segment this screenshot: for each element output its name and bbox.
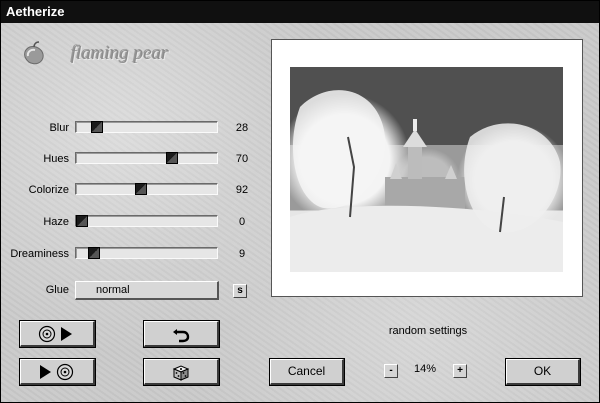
colorize-value: 92 xyxy=(235,184,249,196)
glue-s-button[interactable]: s xyxy=(233,284,247,298)
preview-image xyxy=(290,67,563,272)
logo-text: flaming pear xyxy=(71,43,169,64)
haze-value: 0 xyxy=(238,216,246,228)
pear-icon xyxy=(24,41,44,65)
colorize-label: Colorize xyxy=(28,184,69,196)
random-settings-button[interactable] xyxy=(144,359,219,385)
dreaminess-label: Dreaminess xyxy=(10,248,69,260)
window-title: Aetherize xyxy=(1,1,599,23)
glue-label: Glue xyxy=(45,284,69,296)
haze-label: Haze xyxy=(43,216,69,228)
preview-panel[interactable] xyxy=(271,39,583,297)
blur-slider[interactable] xyxy=(75,121,218,133)
undo-arrow-icon xyxy=(173,328,190,342)
load-settings-button[interactable] xyxy=(20,321,95,347)
glue-select[interactable]: normal xyxy=(75,281,219,300)
preview-scene xyxy=(290,90,563,272)
aetherize-window: Aetherize flaming pear Blur 28 Hues 70 C… xyxy=(0,0,600,403)
hues-label: Hues xyxy=(43,153,69,165)
play-disc-icon xyxy=(40,363,74,380)
dialog-body: flaming pear Blur 28 Hues 70 Colorize 92… xyxy=(1,23,599,402)
dreaminess-value: 9 xyxy=(238,248,246,260)
blur-slider-thumb[interactable] xyxy=(91,121,103,133)
dreaminess-slider-thumb[interactable] xyxy=(88,247,100,259)
blur-label: Blur xyxy=(49,122,69,134)
hues-slider[interactable] xyxy=(75,152,218,164)
blur-value: 28 xyxy=(235,122,249,134)
undo-button[interactable] xyxy=(144,321,219,347)
colorize-slider[interactable] xyxy=(75,183,218,195)
save-settings-button[interactable] xyxy=(20,359,95,385)
hues-slider-thumb[interactable] xyxy=(166,152,178,164)
zoom-in-button[interactable]: + xyxy=(453,364,467,378)
disc-play-icon xyxy=(38,325,72,342)
colorize-slider-thumb[interactable] xyxy=(135,183,147,195)
dreaminess-slider[interactable] xyxy=(75,247,218,259)
hues-value: 70 xyxy=(235,153,249,165)
random-settings-caption: random settings xyxy=(388,325,468,337)
haze-slider-thumb[interactable] xyxy=(76,215,88,227)
zoom-out-button[interactable]: - xyxy=(384,364,398,378)
dice-icon xyxy=(172,364,190,381)
ok-button[interactable]: OK xyxy=(506,359,580,385)
haze-slider[interactable] xyxy=(75,215,218,227)
zoom-level: 14% xyxy=(413,363,437,375)
cancel-button[interactable]: Cancel xyxy=(270,359,344,385)
